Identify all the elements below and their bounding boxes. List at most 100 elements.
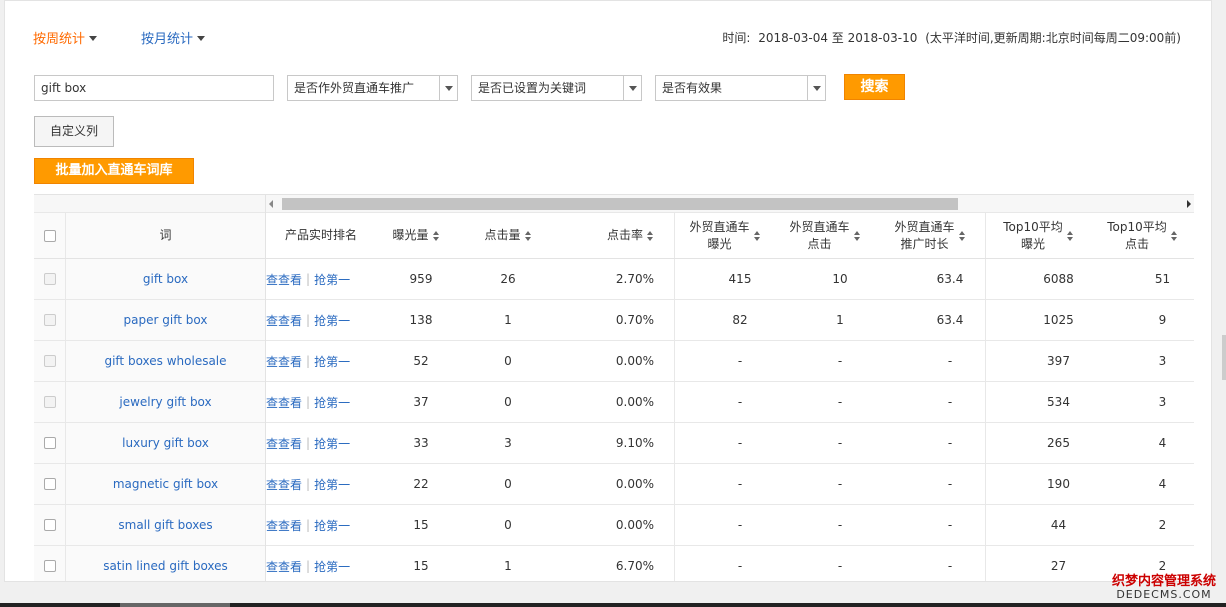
grab-first-link[interactable]: 抢第一 (314, 435, 350, 452)
select-promo[interactable]: 是否作外贸直通车推广 (287, 75, 458, 101)
view-rank-link[interactable]: 查查看 (266, 353, 302, 370)
keyword-link[interactable]: small gift boxes (118, 518, 212, 532)
horizontal-scrollbar[interactable] (266, 195, 1194, 213)
separator: | (306, 395, 311, 409)
sort-icon[interactable] (524, 230, 532, 241)
header-p4p-duration[interactable]: 外贸直通车 推广时长 (875, 213, 986, 258)
row-checkbox[interactable] (43, 273, 56, 285)
keyword-cell: magnetic gift box (66, 464, 265, 504)
vertical-scrollbar[interactable] (1222, 335, 1226, 380)
clicks-cell: 0 (504, 477, 512, 491)
bulk-add-button[interactable]: 批量加入直通车词库 (34, 158, 194, 184)
keyword-link[interactable]: gift boxes wholesale (104, 354, 226, 368)
header-top10-impressions[interactable]: Top10平均 曝光 (986, 213, 1091, 258)
grab-first-link[interactable]: 抢第一 (314, 394, 350, 411)
header-impressions[interactable]: 曝光量 (376, 213, 456, 258)
sort-icon[interactable] (753, 230, 761, 241)
header-rank: 产品实时排名 (266, 213, 376, 258)
grab-first-link[interactable]: 抢第一 (314, 476, 350, 493)
select-effective-value: 是否有效果 (662, 81, 723, 95)
sort-icon[interactable] (958, 230, 966, 241)
sort-icon[interactable] (432, 230, 440, 241)
keyword-link[interactable]: satin lined gift boxes (103, 559, 228, 573)
p4p-duration-cell: - (875, 505, 986, 545)
select-keyword[interactable]: 是否已设置为关键词 (471, 75, 642, 101)
sort-icon[interactable] (1170, 230, 1178, 241)
sort-icon[interactable] (647, 230, 654, 241)
search-input[interactable] (34, 75, 274, 101)
search-button[interactable]: 搜索 (844, 74, 905, 100)
impressions-cell: 15 (413, 559, 429, 573)
view-rank-link[interactable]: 查查看 (266, 312, 302, 329)
view-rank-link[interactable]: 查查看 (266, 558, 302, 575)
sort-icon[interactable] (853, 230, 861, 241)
keyword-link[interactable]: luxury gift box (122, 436, 209, 450)
row-select-cell (34, 259, 66, 299)
header-p4p-clicks[interactable]: 外贸直通车 点击 (775, 213, 875, 258)
table-row: paper gift box (34, 300, 265, 341)
view-rank-link[interactable]: 查查看 (266, 394, 302, 411)
view-rank-link[interactable]: 查查看 (266, 435, 302, 452)
row-checkbox[interactable] (43, 478, 56, 490)
top10-impressions-cell: 190 (1047, 477, 1070, 491)
row-checkbox[interactable] (43, 560, 56, 572)
tab-monthly[interactable]: 按月统计 (141, 28, 206, 47)
select-effective[interactable]: 是否有效果 (655, 75, 826, 101)
custom-columns-button[interactable]: 自定义列 (34, 116, 114, 147)
separator: | (306, 313, 311, 327)
sort-icon[interactable] (1066, 230, 1074, 241)
impressions-cell: 52 (413, 354, 429, 368)
grab-first-link[interactable]: 抢第一 (314, 517, 350, 534)
scroll-right-icon[interactable] (1187, 200, 1191, 208)
keyword-cell: small gift boxes (66, 505, 265, 545)
dropdown-arrow-icon[interactable] (439, 76, 457, 100)
row-checkbox[interactable] (43, 437, 56, 449)
ctr-cell: 0.00% (560, 464, 675, 504)
row-checkbox[interactable] (43, 396, 56, 408)
dropdown-arrow-icon[interactable] (623, 76, 641, 100)
keyword-cell: gift boxes wholesale (66, 341, 265, 381)
row-checkbox[interactable] (43, 314, 56, 326)
rank-actions: 查查看 | 抢第一 (266, 341, 376, 381)
scroll-body: 查查看 | 抢第一 959 26 2.70% 415 10 63.4 6088 51 查查看 | 抢第一 1… (266, 259, 1194, 581)
header-line: 推广时长 (900, 236, 949, 251)
tab-weekly-label: 按周统计 (33, 32, 86, 47)
top10-clicks-cell: 3 (1158, 354, 1167, 368)
grab-first-link[interactable]: 抢第一 (314, 353, 350, 370)
grab-first-link[interactable]: 抢第一 (314, 271, 350, 288)
keyword-link[interactable]: jewelry gift box (119, 395, 211, 409)
row-checkbox[interactable] (43, 355, 56, 367)
caret-down-icon (89, 36, 98, 41)
ctr-cell: 0.00% (560, 505, 675, 545)
view-rank-link[interactable]: 查查看 (266, 271, 302, 288)
ctr-cell: 0.00% (560, 382, 675, 422)
top10-impressions-cell: 534 (1047, 395, 1070, 409)
keyword-link[interactable]: magnetic gift box (113, 477, 218, 491)
top10-impressions-cell: 44 (1050, 518, 1067, 532)
select-all-checkbox[interactable] (43, 229, 56, 242)
scroll-left-icon[interactable] (269, 200, 273, 208)
scroll-header-row: 产品实时排名 曝光量 点击量 点击率 外贸直通车 曝光 外贸直通车 点击 外贸直通车… (266, 213, 1194, 259)
view-rank-link[interactable]: 查查看 (266, 517, 302, 534)
header-top10-clicks[interactable]: Top10平均 点击 (1091, 213, 1194, 258)
row-checkbox[interactable] (43, 519, 56, 531)
grab-first-link[interactable]: 抢第一 (314, 312, 350, 329)
rank-actions: 查查看 | 抢第一 (266, 259, 376, 299)
keyword-link[interactable]: gift box (143, 272, 188, 286)
p4p-impressions-cell: - (737, 354, 743, 368)
table-row: luxury gift box (34, 423, 265, 464)
keyword-link[interactable]: paper gift box (124, 313, 208, 327)
grab-first-link[interactable]: 抢第一 (314, 558, 350, 575)
top10-impressions-cell: 265 (1047, 436, 1070, 450)
dropdown-arrow-icon[interactable] (807, 76, 825, 100)
header-clicks[interactable]: 点击量 (456, 213, 560, 258)
keyword-table: 词 gift box paper gift box gift boxes whole… (34, 194, 1194, 581)
scrollbar-thumb[interactable] (282, 198, 958, 210)
header-ctr[interactable]: 点击率 (560, 213, 675, 258)
p4p-impressions-cell: - (737, 436, 743, 450)
header-p4p-impressions[interactable]: 外贸直通车 曝光 (675, 213, 775, 258)
tab-weekly[interactable]: 按周统计 (33, 28, 98, 47)
p4p-duration-cell: - (875, 546, 986, 581)
header-p4p-clk-label: 外贸直通车 点击 (789, 219, 849, 253)
view-rank-link[interactable]: 查查看 (266, 476, 302, 493)
